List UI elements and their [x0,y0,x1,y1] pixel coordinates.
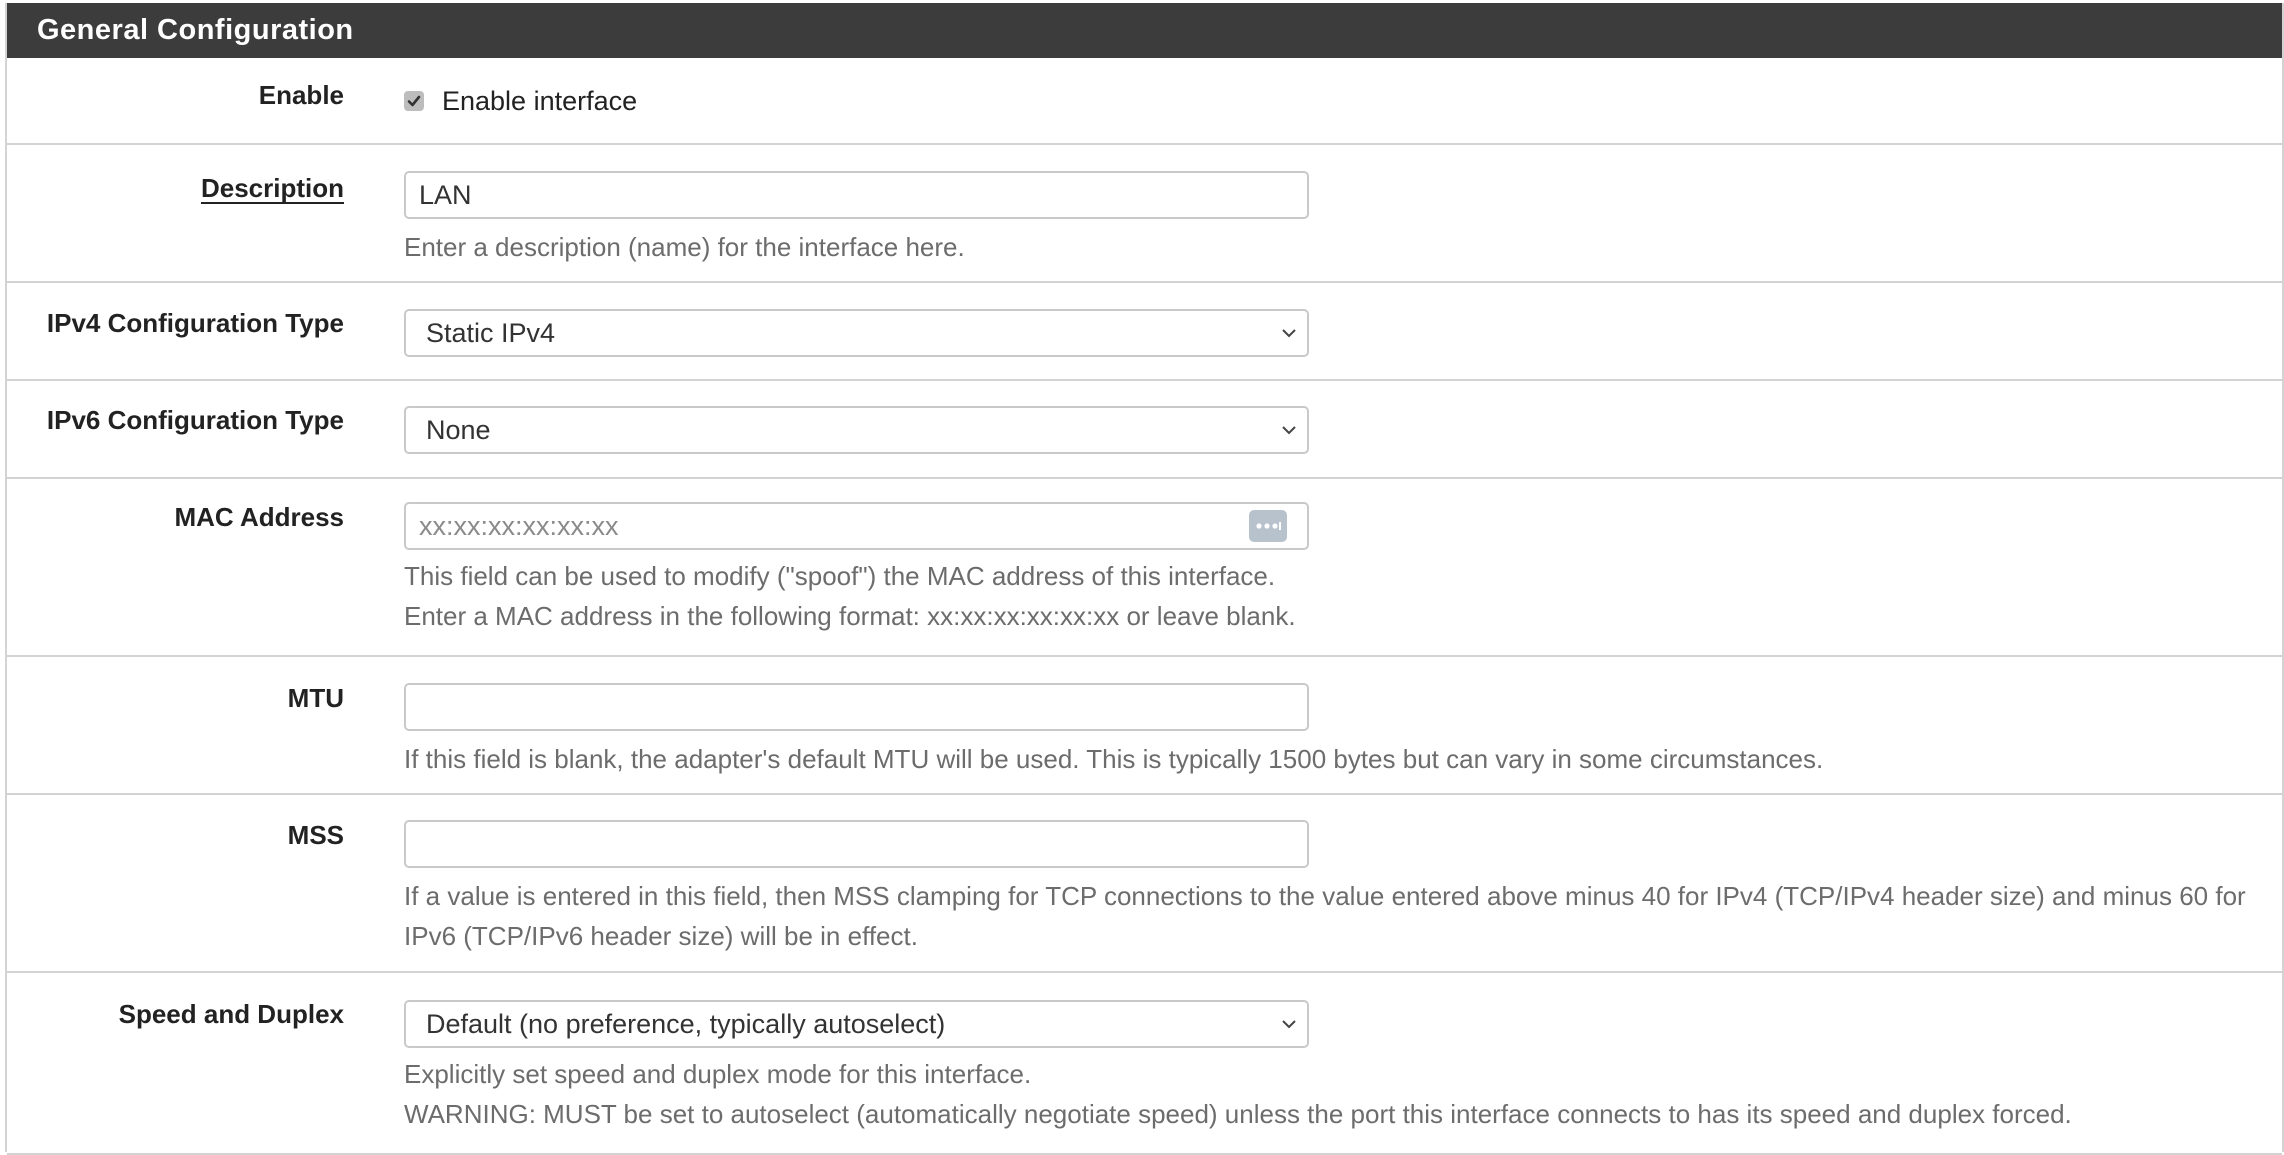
enable-interface-checkbox-wrap[interactable]: Enable interface [404,81,2262,121]
mac-address-help-line1: This field can be used to modify ("spoof… [404,561,1276,591]
mac-address-label: MAC Address [174,502,344,532]
row-mtu: MTU If this field is blank, the adapter'… [7,657,2282,795]
mss-label: MSS [287,820,344,850]
mac-address-help-line2: Enter a MAC address in the following for… [404,601,1296,631]
mss-input[interactable] [404,820,1309,868]
description-label: Description [200,173,344,203]
ipv6-config-type-label: IPv6 Configuration Type [46,405,344,435]
ipv6-config-type-value: None [426,415,491,445]
chevron-down-icon [1279,1002,1299,1046]
mss-help: If a value is entered in this field, the… [404,881,2246,951]
general-configuration-panel: General Configuration Enable Enable inte… [5,3,2284,1155]
row-mac-address: MAC Address This field can be used to mo… [7,479,2282,657]
checkmark-icon [407,95,421,107]
mac-address-button[interactable] [1249,510,1287,542]
mtu-help: If this field is blank, the adapter's de… [404,744,1824,774]
speed-duplex-help-line1: Explicitly set speed and duplex mode for… [404,1059,1032,1089]
description-help: Enter a description (name) for the inter… [404,232,965,262]
row-enable: Enable Enable interface [7,58,2282,145]
speed-duplex-help-line2: WARNING: MUST be set to autoselect (auto… [404,1099,2072,1129]
enable-interface-checkbox[interactable] [404,91,424,111]
enable-label: Enable [258,80,344,110]
row-speed-duplex: Speed and Duplex Default (no preference,… [7,973,2282,1155]
chevron-down-icon [1279,408,1299,452]
speed-duplex-label: Speed and Duplex [118,999,344,1029]
ellipsis-icon [1256,522,1281,530]
row-ipv4-config-type: IPv4 Configuration Type Static IPv4 [7,283,2282,381]
speed-duplex-select[interactable]: Default (no preference, typically autose… [404,1000,1309,1048]
mac-address-input[interactable] [404,502,1309,550]
mtu-input[interactable] [404,683,1309,731]
row-ipv6-config-type: IPv6 Configuration Type None [7,381,2282,479]
row-mss: MSS If a value is entered in this field,… [7,795,2282,973]
mtu-label: MTU [287,683,344,713]
speed-duplex-value: Default (no preference, typically autose… [426,1009,946,1039]
ipv4-config-type-label: IPv4 Configuration Type [46,308,344,338]
ipv4-config-type-value: Static IPv4 [426,318,556,348]
ipv4-config-type-select[interactable]: Static IPv4 [404,309,1309,357]
enable-interface-label: Enable interface [442,85,638,116]
row-description: Description Enter a description (name) f… [7,145,2282,283]
description-input[interactable] [404,171,1309,219]
ipv6-config-type-select[interactable]: None [404,406,1309,454]
chevron-down-icon [1279,311,1299,355]
panel-title: General Configuration [7,3,2282,58]
